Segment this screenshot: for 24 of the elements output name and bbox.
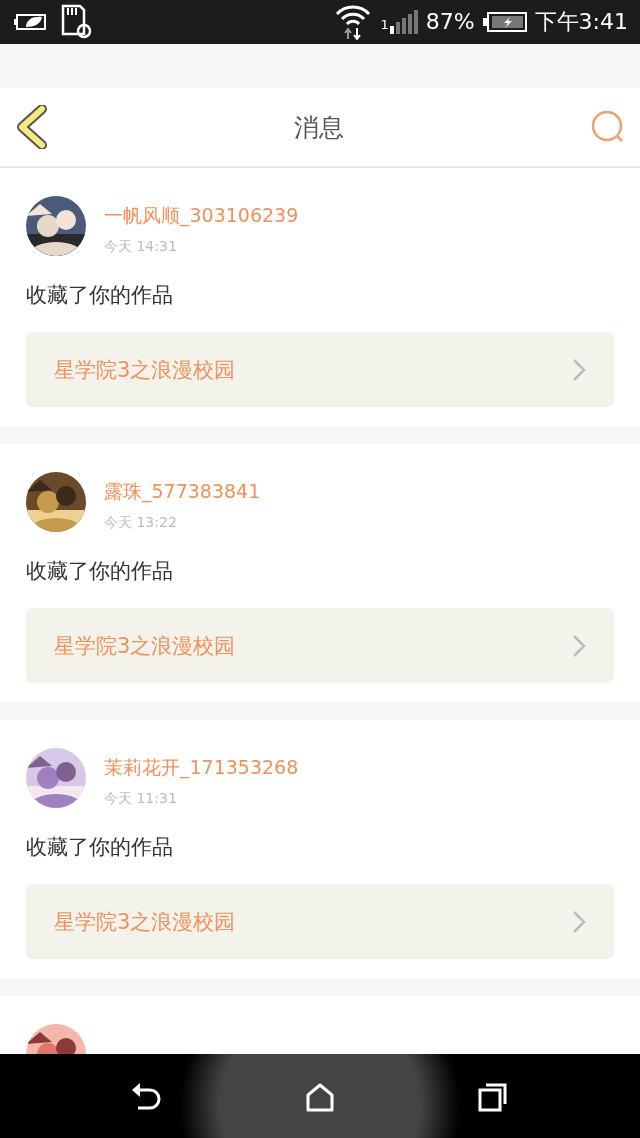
chevron-right-icon [572, 909, 586, 934]
message-text: 收藏了你的作品 [26, 834, 174, 861]
user-name[interactable]: 一帆风顺_303106239 [104, 204, 299, 226]
battery-icon [482, 12, 527, 32]
user-name[interactable]: 茉莉花开_171353268 [104, 756, 299, 778]
chevron-right-icon [572, 633, 586, 658]
message-time: 今天 11:31 [104, 790, 178, 808]
user-name[interactable]: 露珠_577383841 [104, 480, 261, 502]
message-text: 收藏了你的作品 [26, 282, 174, 309]
sim-label: 1 [380, 17, 389, 32]
clock: 下午3:41 [534, 11, 628, 33]
sd-card-icon [60, 4, 94, 40]
message-time: 今天 14:31 [104, 238, 178, 256]
message-text: 收藏了你的作品 [26, 558, 174, 585]
wifi-icon [334, 4, 373, 40]
page-title: 消息 [293, 111, 345, 144]
work-link[interactable]: 星学院3之浪漫校园 [26, 884, 614, 959]
work-link[interactable]: 星学院3之浪漫校园 [26, 608, 614, 683]
work-link[interactable]: 星学院3之浪漫校园 [26, 332, 614, 407]
signal-icon [389, 10, 418, 34]
chevron-right-icon [572, 357, 586, 382]
message-time: 今天 13:22 [104, 514, 178, 532]
battery-percent: 87% [425, 11, 475, 33]
back-button[interactable] [16, 105, 48, 149]
